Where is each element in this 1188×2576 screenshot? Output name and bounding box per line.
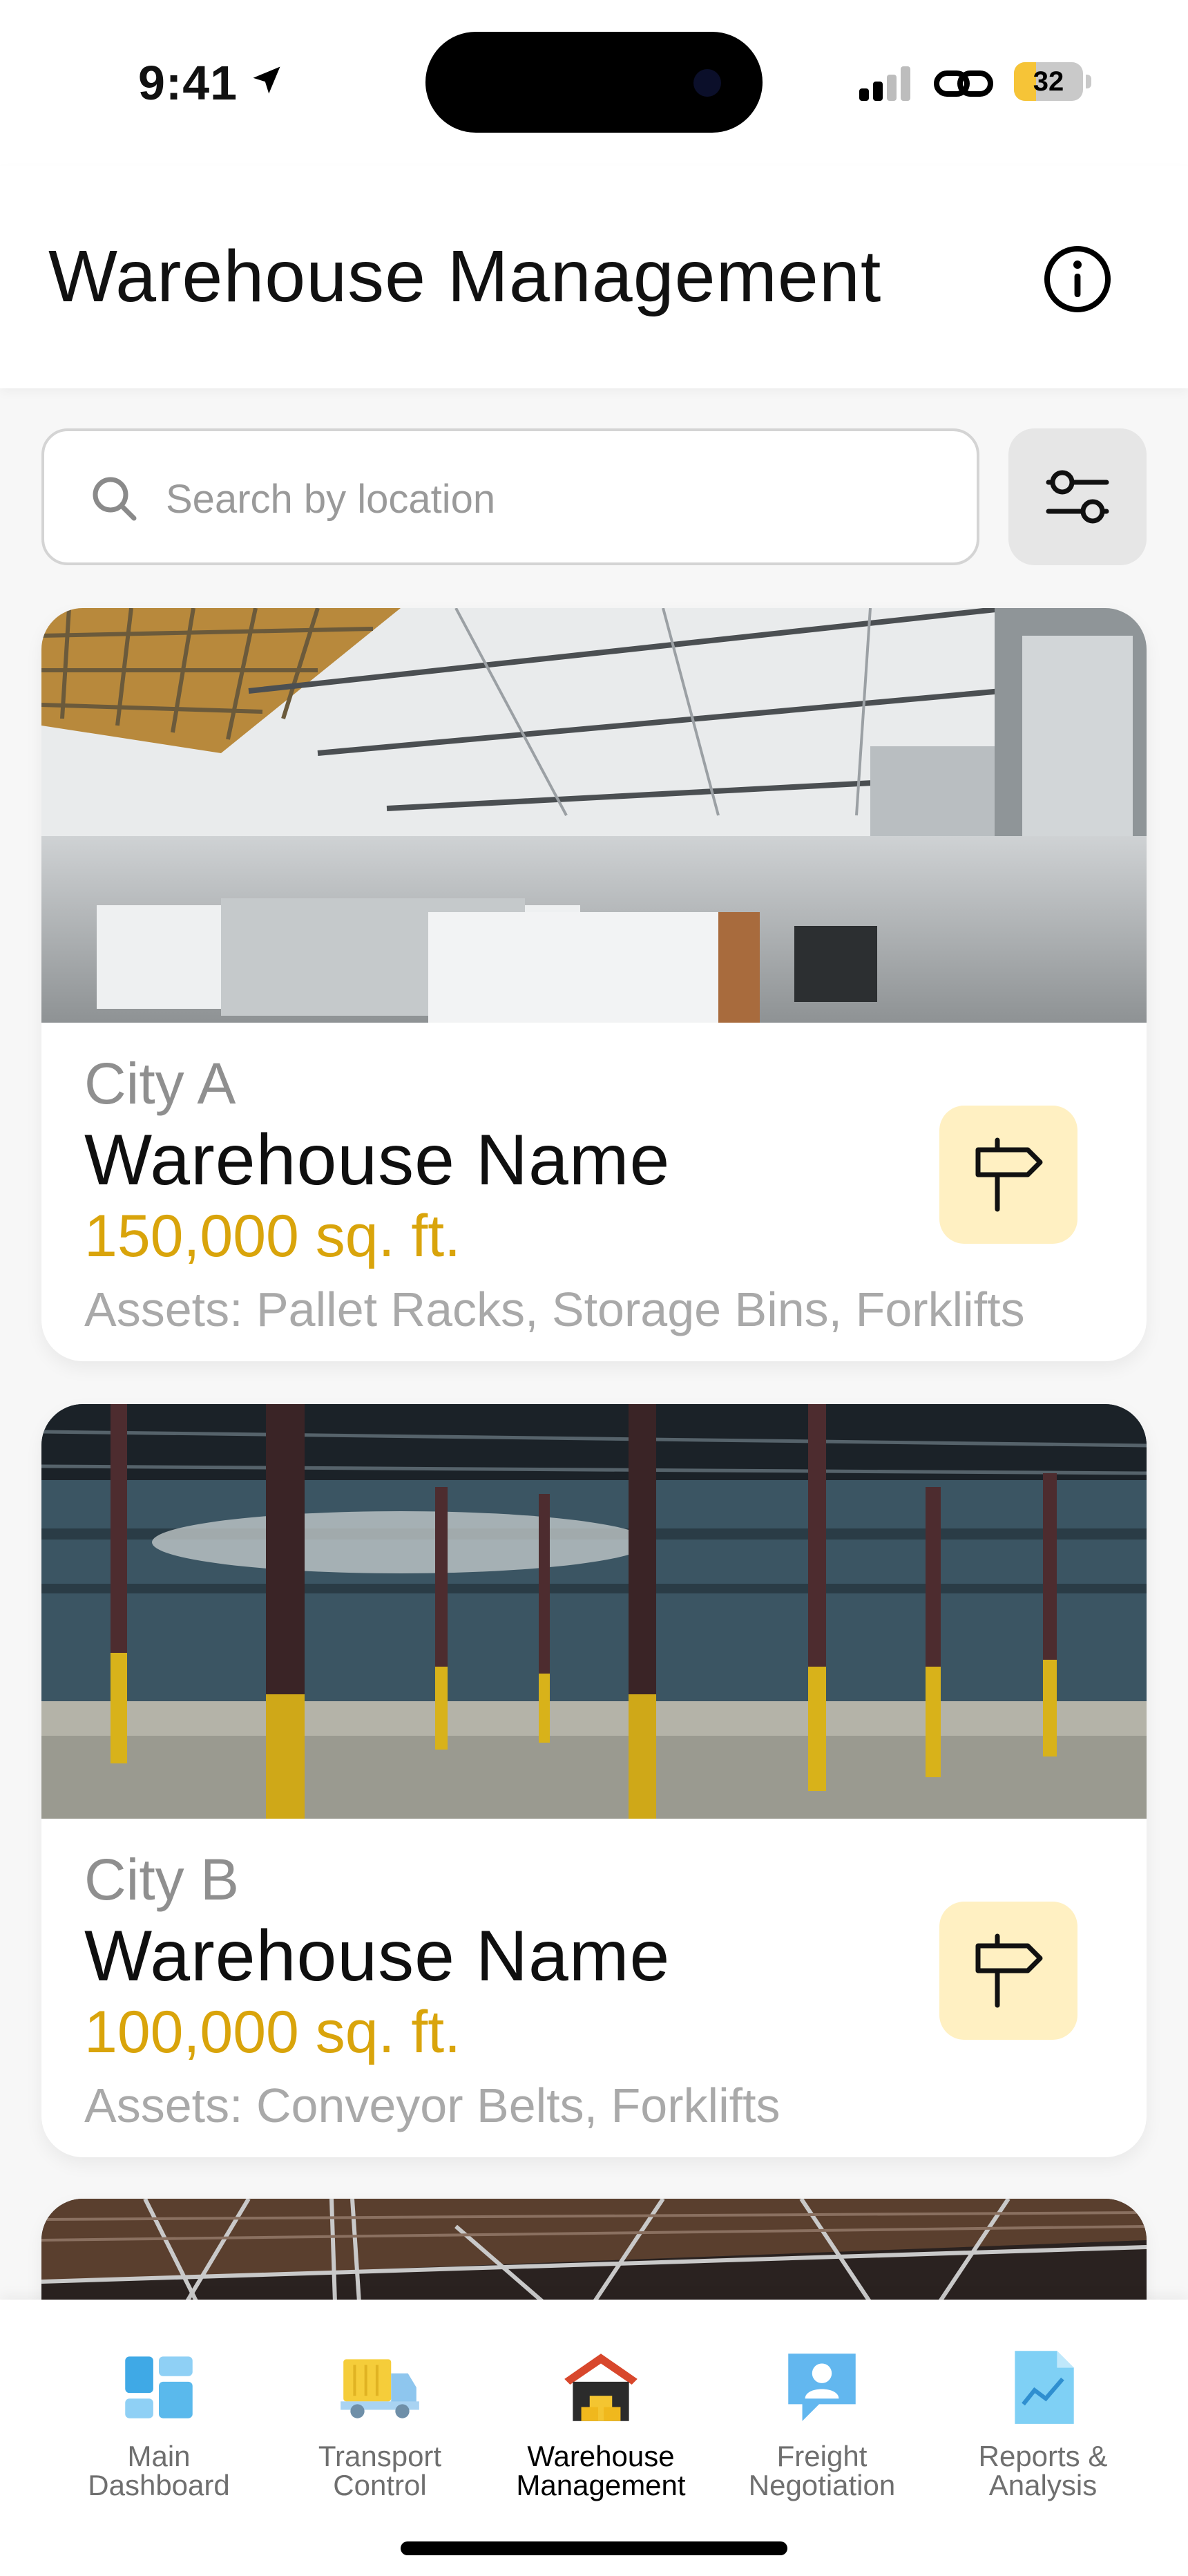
signpost-directions-icon xyxy=(975,1933,1043,2008)
delivery-truck-icon xyxy=(341,2359,419,2418)
camera-dot xyxy=(693,69,721,97)
page-title: Warehouse Management xyxy=(48,236,882,317)
warehouse-size: 150,000 sq. ft. xyxy=(84,1203,461,1269)
bottom-tab-bar: Main Dashboard Transport Control Warehou… xyxy=(0,2300,1188,2576)
home-indicator xyxy=(401,2541,787,2555)
warehouse-assets: Assets: Pallet Racks, Storage Bins, Fork… xyxy=(84,1282,1025,1336)
status-bar: 9:41 32 xyxy=(0,0,1188,166)
location-arrow-icon xyxy=(253,66,280,94)
warehouse-name: Warehouse Name xyxy=(84,1120,671,1200)
warehouse-city: City B xyxy=(84,1847,240,1912)
search-input[interactable] xyxy=(166,466,939,532)
link-icon xyxy=(934,70,993,97)
cellular-signal-icon xyxy=(859,66,910,101)
warehouse-size: 100,000 sq. ft. xyxy=(84,1999,461,2065)
tab-transport-control[interactable]: Transport Control xyxy=(276,2342,483,2508)
warehouse-icon xyxy=(564,2354,638,2421)
status-time: 9:41 xyxy=(138,56,238,110)
battery-cap xyxy=(1086,75,1091,88)
app-header: Warehouse Management xyxy=(0,166,1188,388)
tab-label: Warehouse Management xyxy=(516,2440,686,2501)
filter-button[interactable] xyxy=(1008,428,1147,565)
filter-sliders-icon xyxy=(1046,470,1109,524)
search-icon xyxy=(93,477,137,521)
tab-label: Main Dashboard xyxy=(88,2440,230,2501)
tab-label: Transport Control xyxy=(318,2440,442,2501)
warehouse-card[interactable]: City B Warehouse Name 100,000 sq. ft. As… xyxy=(41,1404,1147,2157)
warehouse-city: City A xyxy=(84,1051,236,1116)
tab-label: Reports & Analysis xyxy=(978,2440,1108,2501)
warehouse-assets: Assets: Conveyor Belts, Forklifts xyxy=(84,2078,780,2132)
tab-freight-negotiation[interactable]: Freight Negotiation xyxy=(718,2342,926,2508)
empty-warehouse-yellow-pillars-photo xyxy=(41,1404,1147,1819)
info-icon[interactable] xyxy=(1042,243,1113,315)
directions-button[interactable] xyxy=(939,1902,1077,2040)
office-warehouse-interior-photo xyxy=(41,608,1147,1023)
tab-label: Freight Negotiation xyxy=(748,2440,896,2501)
directions-button[interactable] xyxy=(939,1106,1077,1244)
battery-indicator: 32 xyxy=(1014,62,1083,101)
tab-main-dashboard[interactable]: Main Dashboard xyxy=(55,2342,262,2508)
signpost-directions-icon xyxy=(975,1137,1043,1212)
search-box[interactable] xyxy=(41,428,979,565)
warehouse-name: Warehouse Name xyxy=(84,1916,671,1996)
tab-warehouse-management[interactable]: Warehouse Management xyxy=(497,2342,705,2508)
battery-level: 32 xyxy=(1033,66,1064,97)
report-chart-icon xyxy=(1015,2351,1074,2424)
tab-reports-analysis[interactable]: Reports & Analysis xyxy=(939,2342,1147,2508)
dynamic-island xyxy=(425,32,763,133)
chat-person-icon xyxy=(788,2354,856,2421)
warehouse-card[interactable]: City A Warehouse Name 150,000 sq. ft. As… xyxy=(41,608,1147,1361)
dashboard-grid-icon xyxy=(125,2356,193,2418)
